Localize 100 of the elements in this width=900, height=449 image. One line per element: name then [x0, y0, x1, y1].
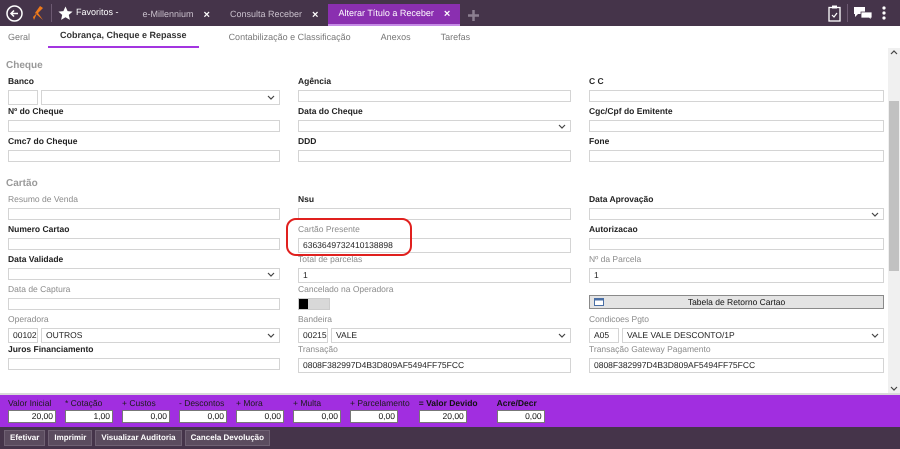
- total-field[interactable]: 0,00: [293, 410, 341, 423]
- total-field[interactable]: 1,00: [65, 410, 113, 423]
- close-tab-button[interactable]: ×: [444, 6, 450, 22]
- window-tab[interactable]: Alterar Título a Receber ×: [328, 4, 460, 26]
- field-label: Transação: [298, 344, 339, 354]
- dropdown-field[interactable]: [8, 268, 280, 280]
- field-label: Data Validade: [8, 254, 64, 264]
- more-icon[interactable]: [882, 6, 886, 20]
- section-tab[interactable]: Tarefas: [440, 30, 470, 48]
- field-label: Transação Gateway Pagamento: [589, 344, 712, 354]
- code-field[interactable]: 00215: [298, 328, 328, 343]
- field-label: Juros Financiamento: [8, 344, 94, 354]
- section-tab[interactable]: Geral: [8, 30, 30, 48]
- window-tab[interactable]: e-Millennium ×: [132, 4, 220, 26]
- tab-label: e-Millennium: [142, 8, 194, 22]
- section-tab[interactable]: Cobrança, Cheque e Repasse: [48, 28, 199, 48]
- input-field[interactable]: [8, 238, 280, 250]
- input-field[interactable]: [298, 150, 571, 162]
- field-label: Data Aprovação: [589, 194, 654, 204]
- input-field[interactable]: [298, 90, 571, 102]
- total-label: - Descontos: [179, 398, 226, 409]
- dropdown-field[interactable]: [589, 208, 884, 220]
- window-tab[interactable]: Consulta Receber ×: [220, 4, 328, 26]
- total-field[interactable]: 20,00: [8, 410, 56, 423]
- back-icon[interactable]: [6, 4, 23, 22]
- field-label: Cancelado na Operadora: [298, 284, 394, 294]
- total-field[interactable]: 0,00: [122, 410, 170, 423]
- total-label: + Mora: [236, 398, 264, 409]
- input-field[interactable]: [589, 120, 884, 132]
- chevron-down-icon: [871, 212, 879, 216]
- field-label: Total de parcelas: [298, 254, 364, 264]
- field-label: DDD: [298, 136, 318, 146]
- chevron-down-icon: [267, 272, 275, 276]
- input-field[interactable]: [8, 150, 280, 162]
- action-button[interactable]: Visualizar Auditoria: [95, 430, 182, 446]
- field-label: Agência: [298, 76, 332, 86]
- total-field[interactable]: 0,00: [236, 410, 284, 423]
- chat-icon[interactable]: [854, 6, 872, 20]
- total-label: = Valor Devido: [418, 398, 478, 409]
- field-label: Banco: [8, 76, 35, 86]
- input-field[interactable]: [298, 208, 571, 220]
- input-field[interactable]: 6363649732410138898: [298, 238, 571, 253]
- add-tab-icon[interactable]: [468, 10, 480, 20]
- input-field[interactable]: 0808F382997D4B3D809AF5494FF75FCC: [589, 358, 884, 373]
- input-field[interactable]: 0808F382997D4B3D809AF5494FF75FCC: [298, 358, 571, 373]
- field-label: Data de Captura: [8, 284, 72, 294]
- input-field[interactable]: [8, 120, 280, 132]
- dropdown-field[interactable]: [41, 90, 280, 105]
- logo-icon: [31, 5, 45, 21]
- code-field[interactable]: 00102: [8, 328, 38, 343]
- scroll-down-icon[interactable]: [890, 386, 898, 391]
- total-field[interactable]: 0,00: [496, 410, 545, 423]
- field-label: Operadora: [8, 314, 50, 324]
- input-field[interactable]: [589, 238, 884, 250]
- scrollbar[interactable]: [888, 48, 900, 393]
- tab-label: Alterar Título a Receber: [338, 7, 434, 20]
- section-tab[interactable]: Anexos: [380, 30, 411, 48]
- dropdown-field[interactable]: VALE VALE DESCONTO/1P: [622, 328, 884, 343]
- toggle-switch[interactable]: [298, 298, 330, 310]
- input-field[interactable]: 1: [298, 268, 571, 283]
- favorites-menu[interactable]: Favoritos -: [76, 6, 119, 20]
- field-label: Fone: [589, 136, 610, 146]
- dropdown-field[interactable]: OUTROS: [41, 328, 280, 343]
- field-label: Cmc7 do Cheque: [8, 136, 78, 146]
- total-field[interactable]: 0,00: [179, 410, 227, 423]
- total-label: + Multa: [293, 398, 322, 409]
- input-field[interactable]: [8, 358, 280, 370]
- total-label: Valor Inicial: [8, 398, 52, 409]
- input-field[interactable]: [8, 208, 280, 220]
- input-field[interactable]: [589, 90, 884, 102]
- scroll-up-icon[interactable]: [890, 50, 898, 55]
- chevron-down-icon: [558, 124, 566, 128]
- action-button[interactable]: Cancela Devolução: [184, 430, 270, 446]
- input-field[interactable]: [8, 298, 280, 310]
- input-field[interactable]: [589, 150, 884, 162]
- field-label: Bandeira: [298, 314, 334, 324]
- input-field[interactable]: 1: [589, 268, 884, 283]
- field-label: Nº do Cheque: [8, 106, 65, 116]
- field-label: C C: [589, 76, 605, 86]
- code-field[interactable]: [8, 90, 38, 105]
- section-tab[interactable]: Contabilização e Classificação: [228, 30, 351, 48]
- total-field[interactable]: 20,00: [418, 410, 467, 423]
- action-button[interactable]: Imprimir: [48, 430, 92, 446]
- close-tab-button[interactable]: ×: [204, 6, 210, 24]
- chevron-down-icon: [558, 333, 566, 338]
- field-label: Condicoes Pgto: [589, 314, 650, 324]
- total-label: * Cotação: [65, 398, 104, 409]
- field-label: Nsu: [298, 194, 316, 204]
- code-field[interactable]: A05: [589, 328, 619, 343]
- total-field[interactable]: 0,00: [350, 410, 398, 423]
- clipboard-check-icon[interactable]: [828, 4, 841, 22]
- dropdown-field[interactable]: VALE: [331, 328, 571, 343]
- dropdown-field[interactable]: [298, 120, 571, 132]
- total-label: + Parcelamento: [350, 398, 410, 409]
- calendar-icon: [594, 298, 604, 306]
- star-icon[interactable]: [58, 6, 73, 20]
- close-tab-button[interactable]: ×: [312, 6, 318, 24]
- action-button[interactable]: Efetivar: [4, 430, 46, 446]
- table-button[interactable]: Tabela de Retorno Cartao: [589, 295, 884, 309]
- tab-label: Consulta Receber: [230, 8, 302, 22]
